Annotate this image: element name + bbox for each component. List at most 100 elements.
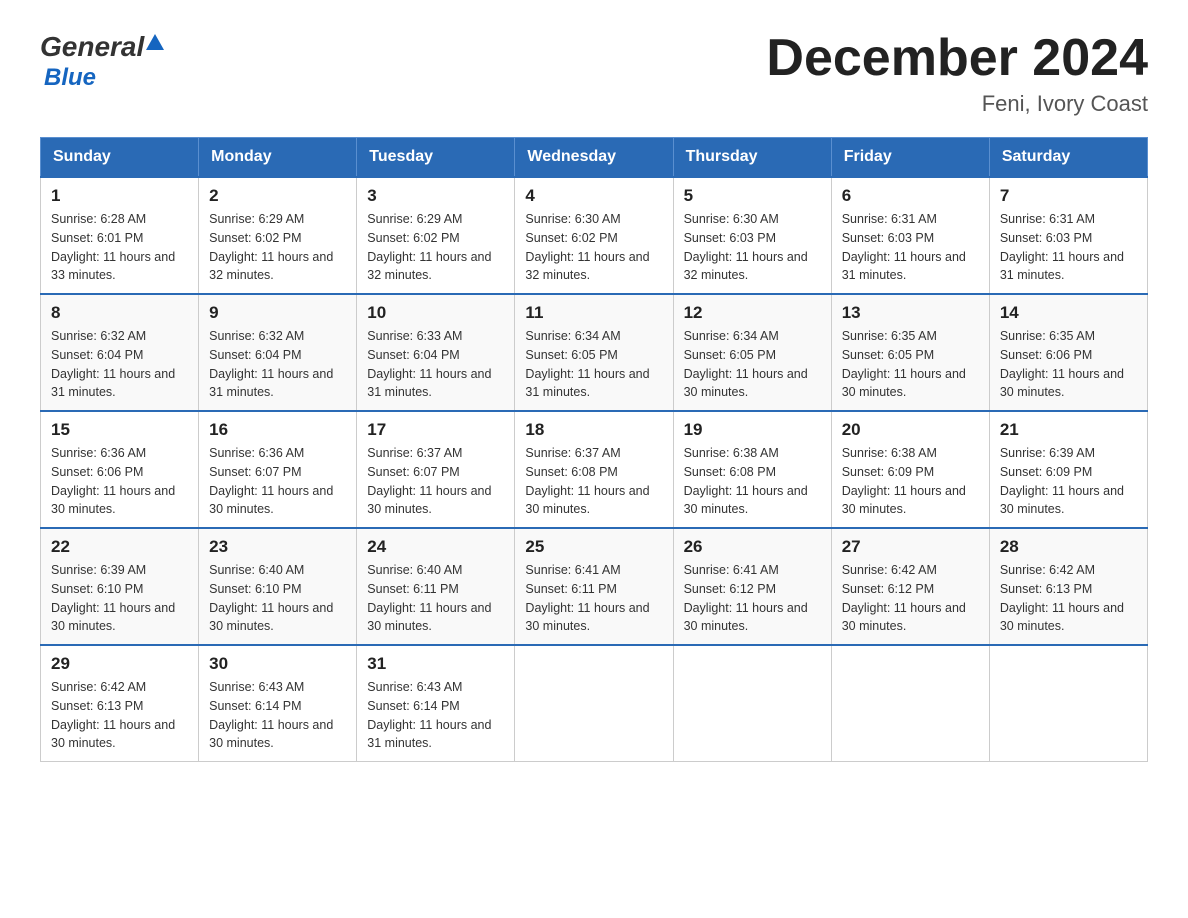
day-info: Sunrise: 6:34 AM Sunset: 6:05 PM Dayligh…: [525, 327, 662, 402]
table-row: 27 Sunrise: 6:42 AM Sunset: 6:12 PM Dayl…: [831, 528, 989, 645]
day-info: Sunrise: 6:35 AM Sunset: 6:05 PM Dayligh…: [842, 327, 979, 402]
day-number: 5: [684, 186, 821, 206]
table-row: 30 Sunrise: 6:43 AM Sunset: 6:14 PM Dayl…: [199, 645, 357, 762]
calendar-week-row: 8 Sunrise: 6:32 AM Sunset: 6:04 PM Dayli…: [41, 294, 1148, 411]
col-header-monday: Monday: [199, 138, 357, 178]
table-row: 18 Sunrise: 6:37 AM Sunset: 6:08 PM Dayl…: [515, 411, 673, 528]
day-info: Sunrise: 6:43 AM Sunset: 6:14 PM Dayligh…: [367, 678, 504, 753]
day-number: 6: [842, 186, 979, 206]
day-info: Sunrise: 6:28 AM Sunset: 6:01 PM Dayligh…: [51, 210, 188, 285]
table-row: [515, 645, 673, 762]
day-info: Sunrise: 6:35 AM Sunset: 6:06 PM Dayligh…: [1000, 327, 1137, 402]
calendar-week-row: 29 Sunrise: 6:42 AM Sunset: 6:13 PM Dayl…: [41, 645, 1148, 762]
calendar-week-row: 1 Sunrise: 6:28 AM Sunset: 6:01 PM Dayli…: [41, 177, 1148, 294]
logo-blue: Blue: [40, 64, 166, 93]
table-row: 14 Sunrise: 6:35 AM Sunset: 6:06 PM Dayl…: [989, 294, 1147, 411]
table-row: 15 Sunrise: 6:36 AM Sunset: 6:06 PM Dayl…: [41, 411, 199, 528]
table-row: [989, 645, 1147, 762]
day-number: 31: [367, 654, 504, 674]
day-info: Sunrise: 6:38 AM Sunset: 6:08 PM Dayligh…: [684, 444, 821, 519]
day-info: Sunrise: 6:39 AM Sunset: 6:09 PM Dayligh…: [1000, 444, 1137, 519]
day-number: 18: [525, 420, 662, 440]
table-row: 20 Sunrise: 6:38 AM Sunset: 6:09 PM Dayl…: [831, 411, 989, 528]
table-row: 10 Sunrise: 6:33 AM Sunset: 6:04 PM Dayl…: [357, 294, 515, 411]
day-number: 7: [1000, 186, 1137, 206]
page-header: General Blue December 2024 Feni, Ivory C…: [40, 30, 1148, 117]
table-row: [673, 645, 831, 762]
calendar-header-row: Sunday Monday Tuesday Wednesday Thursday…: [41, 138, 1148, 178]
table-row: 6 Sunrise: 6:31 AM Sunset: 6:03 PM Dayli…: [831, 177, 989, 294]
day-number: 26: [684, 537, 821, 557]
day-number: 4: [525, 186, 662, 206]
table-row: 13 Sunrise: 6:35 AM Sunset: 6:05 PM Dayl…: [831, 294, 989, 411]
day-info: Sunrise: 6:31 AM Sunset: 6:03 PM Dayligh…: [842, 210, 979, 285]
logo: General Blue: [40, 30, 166, 92]
table-row: 4 Sunrise: 6:30 AM Sunset: 6:02 PM Dayli…: [515, 177, 673, 294]
day-number: 27: [842, 537, 979, 557]
day-info: Sunrise: 6:30 AM Sunset: 6:02 PM Dayligh…: [525, 210, 662, 285]
table-row: 19 Sunrise: 6:38 AM Sunset: 6:08 PM Dayl…: [673, 411, 831, 528]
table-row: 12 Sunrise: 6:34 AM Sunset: 6:05 PM Dayl…: [673, 294, 831, 411]
table-row: 24 Sunrise: 6:40 AM Sunset: 6:11 PM Dayl…: [357, 528, 515, 645]
col-header-friday: Friday: [831, 138, 989, 178]
day-info: Sunrise: 6:30 AM Sunset: 6:03 PM Dayligh…: [684, 210, 821, 285]
table-row: 16 Sunrise: 6:36 AM Sunset: 6:07 PM Dayl…: [199, 411, 357, 528]
day-number: 9: [209, 303, 346, 323]
calendar-table: Sunday Monday Tuesday Wednesday Thursday…: [40, 137, 1148, 762]
day-info: Sunrise: 6:42 AM Sunset: 6:12 PM Dayligh…: [842, 561, 979, 636]
day-info: Sunrise: 6:42 AM Sunset: 6:13 PM Dayligh…: [51, 678, 188, 753]
day-number: 3: [367, 186, 504, 206]
day-number: 13: [842, 303, 979, 323]
day-info: Sunrise: 6:37 AM Sunset: 6:08 PM Dayligh…: [525, 444, 662, 519]
day-info: Sunrise: 6:29 AM Sunset: 6:02 PM Dayligh…: [209, 210, 346, 285]
day-number: 25: [525, 537, 662, 557]
day-number: 21: [1000, 420, 1137, 440]
day-number: 14: [1000, 303, 1137, 323]
day-info: Sunrise: 6:43 AM Sunset: 6:14 PM Dayligh…: [209, 678, 346, 753]
day-info: Sunrise: 6:33 AM Sunset: 6:04 PM Dayligh…: [367, 327, 504, 402]
table-row: 3 Sunrise: 6:29 AM Sunset: 6:02 PM Dayli…: [357, 177, 515, 294]
col-header-saturday: Saturday: [989, 138, 1147, 178]
day-number: 12: [684, 303, 821, 323]
day-info: Sunrise: 6:40 AM Sunset: 6:11 PM Dayligh…: [367, 561, 504, 636]
day-number: 20: [842, 420, 979, 440]
day-info: Sunrise: 6:37 AM Sunset: 6:07 PM Dayligh…: [367, 444, 504, 519]
table-row: 29 Sunrise: 6:42 AM Sunset: 6:13 PM Dayl…: [41, 645, 199, 762]
day-number: 23: [209, 537, 346, 557]
day-number: 1: [51, 186, 188, 206]
day-info: Sunrise: 6:42 AM Sunset: 6:13 PM Dayligh…: [1000, 561, 1137, 636]
table-row: 2 Sunrise: 6:29 AM Sunset: 6:02 PM Dayli…: [199, 177, 357, 294]
day-number: 19: [684, 420, 821, 440]
calendar-week-row: 22 Sunrise: 6:39 AM Sunset: 6:10 PM Dayl…: [41, 528, 1148, 645]
day-info: Sunrise: 6:41 AM Sunset: 6:12 PM Dayligh…: [684, 561, 821, 636]
day-info: Sunrise: 6:29 AM Sunset: 6:02 PM Dayligh…: [367, 210, 504, 285]
day-info: Sunrise: 6:31 AM Sunset: 6:03 PM Dayligh…: [1000, 210, 1137, 285]
col-header-thursday: Thursday: [673, 138, 831, 178]
table-row: 21 Sunrise: 6:39 AM Sunset: 6:09 PM Dayl…: [989, 411, 1147, 528]
table-row: 1 Sunrise: 6:28 AM Sunset: 6:01 PM Dayli…: [41, 177, 199, 294]
title-area: December 2024 Feni, Ivory Coast: [766, 30, 1148, 117]
table-row: 26 Sunrise: 6:41 AM Sunset: 6:12 PM Dayl…: [673, 528, 831, 645]
day-number: 10: [367, 303, 504, 323]
table-row: 22 Sunrise: 6:39 AM Sunset: 6:10 PM Dayl…: [41, 528, 199, 645]
day-info: Sunrise: 6:34 AM Sunset: 6:05 PM Dayligh…: [684, 327, 821, 402]
table-row: 31 Sunrise: 6:43 AM Sunset: 6:14 PM Dayl…: [357, 645, 515, 762]
table-row: 7 Sunrise: 6:31 AM Sunset: 6:03 PM Dayli…: [989, 177, 1147, 294]
day-number: 28: [1000, 537, 1137, 557]
day-info: Sunrise: 6:36 AM Sunset: 6:06 PM Dayligh…: [51, 444, 188, 519]
col-header-tuesday: Tuesday: [357, 138, 515, 178]
calendar-week-row: 15 Sunrise: 6:36 AM Sunset: 6:06 PM Dayl…: [41, 411, 1148, 528]
table-row: 28 Sunrise: 6:42 AM Sunset: 6:13 PM Dayl…: [989, 528, 1147, 645]
table-row: 8 Sunrise: 6:32 AM Sunset: 6:04 PM Dayli…: [41, 294, 199, 411]
table-row: 5 Sunrise: 6:30 AM Sunset: 6:03 PM Dayli…: [673, 177, 831, 294]
table-row: 11 Sunrise: 6:34 AM Sunset: 6:05 PM Dayl…: [515, 294, 673, 411]
day-number: 24: [367, 537, 504, 557]
day-info: Sunrise: 6:40 AM Sunset: 6:10 PM Dayligh…: [209, 561, 346, 636]
month-year-title: December 2024: [766, 30, 1148, 87]
day-number: 8: [51, 303, 188, 323]
logo-triangle-icon: [144, 32, 166, 52]
location-subtitle: Feni, Ivory Coast: [766, 91, 1148, 117]
col-header-wednesday: Wednesday: [515, 138, 673, 178]
day-info: Sunrise: 6:41 AM Sunset: 6:11 PM Dayligh…: [525, 561, 662, 636]
day-info: Sunrise: 6:32 AM Sunset: 6:04 PM Dayligh…: [209, 327, 346, 402]
